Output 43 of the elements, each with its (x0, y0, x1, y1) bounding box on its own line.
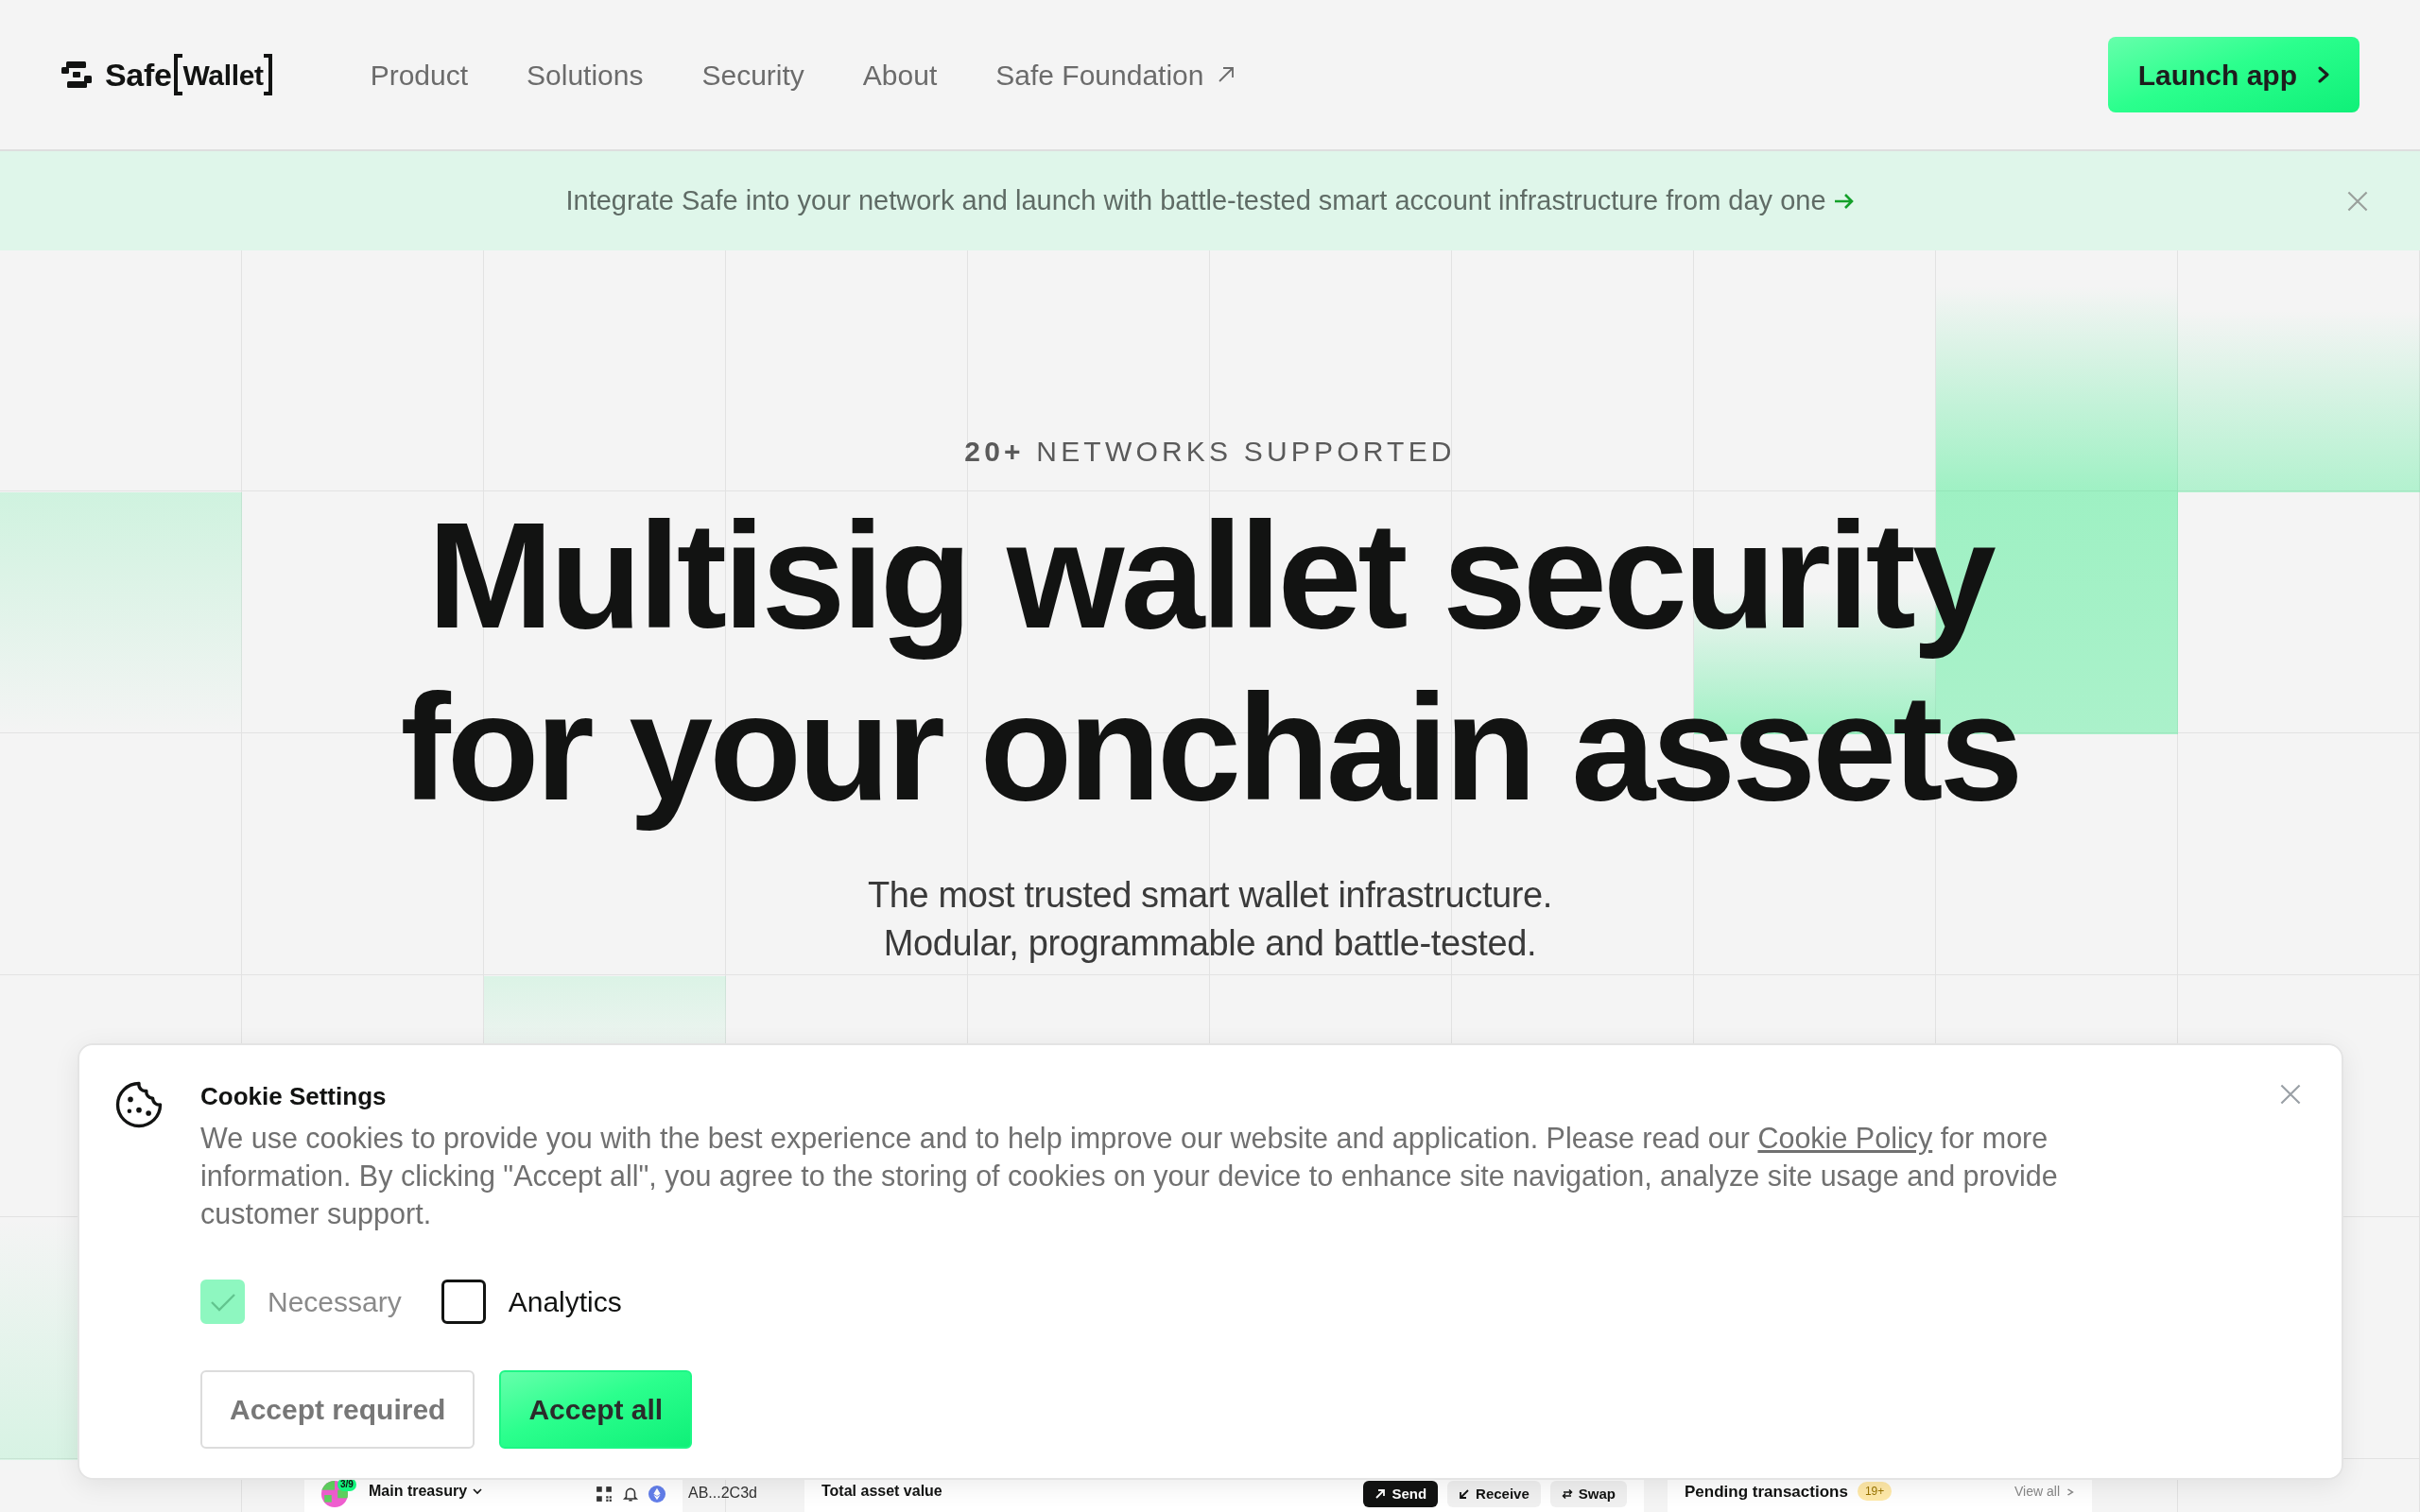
close-icon (2346, 189, 2369, 213)
network-icon[interactable] (648, 1486, 666, 1503)
cookie-notice-text: We use cookies to provide you with the best experience and to help improve our website and application. Please read our Cookie Policy for more information. By clicking "Accept all", you agree to the storing of cookies on your device to enhance site navigation, analyze site usage and provide customer support. (200, 1121, 2059, 1232)
accept-required-button[interactable]: Accept required (200, 1370, 475, 1449)
bell-icon[interactable] (622, 1486, 639, 1503)
cookie-policy-link[interactable]: Cookie Policy (1757, 1122, 1933, 1154)
nav-link[interactable]: Security (701, 53, 804, 96)
chevron-right-icon (2066, 1487, 2075, 1496)
pending-title: Pending transactions (1685, 1481, 1848, 1503)
count-badge: 19+ (1857, 1482, 1893, 1501)
arrow-down-left-icon (1459, 1488, 1471, 1500)
nav-link[interactable]: About (862, 53, 938, 96)
arrow-up-right-icon (1217, 65, 1236, 84)
check-icon (209, 1291, 236, 1313)
action-button[interactable]: Send (1363, 1481, 1439, 1507)
arrow-up-right-icon (1374, 1488, 1387, 1500)
hero-heading: Multisig wallet security for your onchain assets (399, 490, 2021, 833)
nav-link[interactable]: Safe Foundation (995, 53, 1236, 96)
balance-label: Total asset value (821, 1482, 942, 1501)
logo[interactable]: Safe Wallet (61, 50, 272, 99)
swap-arrows-icon (1561, 1488, 1573, 1500)
logo-icon (61, 61, 92, 88)
caret-down-icon (473, 1487, 483, 1495)
close-icon (2279, 1083, 2302, 1106)
nav-link[interactable]: Solutions (527, 53, 644, 96)
launch-app-button[interactable]: Launch app (2107, 37, 2360, 112)
view-all-link[interactable]: View all (2014, 1482, 2075, 1507)
hero-subtitle: The most trusted smart wallet infrastructure. Modular, programmable and battle-tested. (867, 874, 1553, 965)
qr-code-icon[interactable] (596, 1486, 613, 1503)
accept-all-button[interactable]: Accept all (499, 1370, 693, 1449)
dialog-title: Cookie Settings (200, 1081, 388, 1111)
eyebrow-text: 20+ NETWORKS SUPPORTED (964, 435, 1456, 469)
address-text: AB...2C3d (687, 1484, 758, 1503)
action-button[interactable]: Swap (1549, 1481, 1627, 1507)
checkbox-label[interactable]: Analytics (508, 1280, 622, 1323)
nav-link[interactable]: Product (370, 53, 469, 96)
checkbox[interactable] (441, 1280, 486, 1324)
safe-name-dropdown[interactable]: Main treasury (369, 1480, 483, 1507)
arrow-right-icon (1833, 192, 1855, 210)
cookie-icon (113, 1079, 164, 1130)
announcement-link[interactable]: Integrate Safe into your network and launch with battle-tested smart account infrastructure from day one (565, 180, 1855, 222)
action-button[interactable]: Receive (1447, 1481, 1541, 1507)
chevron-right-icon (2316, 66, 2331, 83)
